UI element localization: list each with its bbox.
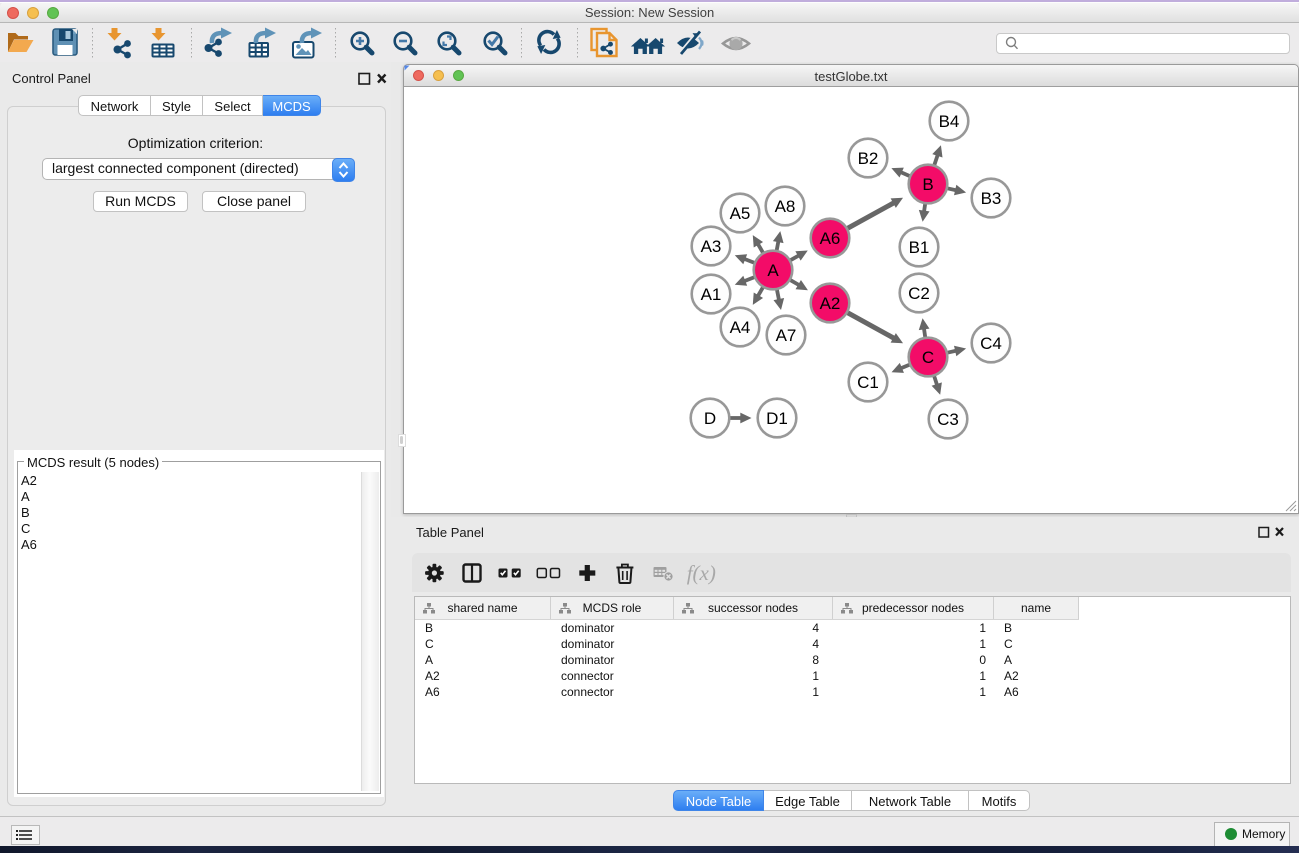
svg-text:A8: A8 [775,197,796,216]
svg-text:A2: A2 [820,294,841,313]
svg-text:B2: B2 [858,149,879,168]
svg-text:B: B [922,175,933,194]
svg-text:B3: B3 [981,189,1002,208]
svg-text:A5: A5 [730,204,751,223]
svg-text:C: C [922,348,934,367]
svg-text:C2: C2 [908,284,930,303]
svg-text:D: D [704,409,716,428]
svg-text:f(x): f(x) [687,561,716,585]
svg-text:A4: A4 [730,318,751,337]
svg-text:D1: D1 [766,409,788,428]
svg-text:A1: A1 [701,285,722,304]
svg-text:A: A [767,261,779,280]
svg-text:C1: C1 [857,373,879,392]
svg-text:A7: A7 [776,326,797,345]
svg-text:C3: C3 [937,410,959,429]
svg-text:A6: A6 [820,229,841,248]
svg-text:B4: B4 [939,112,960,131]
svg-text:A3: A3 [701,237,722,256]
svg-text:C4: C4 [980,334,1002,353]
svg-text:B1: B1 [909,238,930,257]
